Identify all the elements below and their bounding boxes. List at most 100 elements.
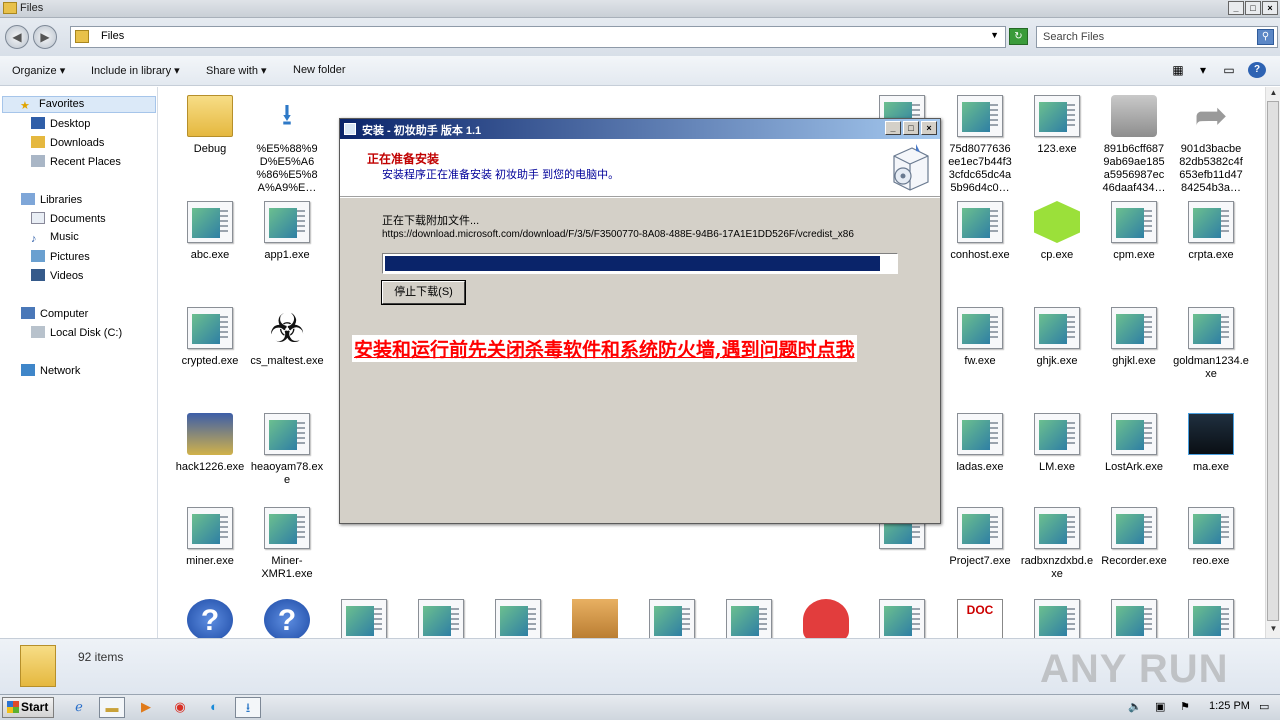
file-item[interactable]: hack1226.exe xyxy=(172,413,248,474)
action-center-icon[interactable]: ⚑ xyxy=(1180,700,1190,713)
nav-documents[interactable]: Documents xyxy=(31,212,106,225)
file-item[interactable]: abc.exe xyxy=(172,201,248,262)
organize-menu[interactable]: Organize ▾ xyxy=(12,64,65,77)
view-options-icon[interactable]: ▦ xyxy=(1169,62,1187,78)
help-icon[interactable]: ? xyxy=(1248,62,1266,78)
media-player-icon[interactable]: ▶ xyxy=(133,697,159,718)
show-desktop-icon[interactable]: ▭ xyxy=(1259,700,1269,713)
file-item[interactable]: radbxnzdxbd.exe xyxy=(1019,507,1095,581)
refresh-icon[interactable]: ↻ xyxy=(1009,28,1028,45)
file-item[interactable]: ⭳ %E5%88%9 D%E5%A6 %86%E5%8 A%A9%E… xyxy=(249,95,325,195)
file-item[interactable]: crypted.exe xyxy=(172,307,248,368)
start-button[interactable]: Start xyxy=(2,697,54,718)
file-item[interactable] xyxy=(634,599,710,638)
chrome-icon[interactable]: ◉ xyxy=(167,697,193,718)
file-item[interactable]: cp.exe xyxy=(1019,201,1095,262)
app-icon xyxy=(1111,201,1157,243)
file-item[interactable] xyxy=(557,599,633,638)
file-item[interactable]: 123.exe xyxy=(1019,95,1095,156)
window-title: Files xyxy=(20,2,44,14)
preview-pane-icon[interactable]: ▭ xyxy=(1220,62,1238,78)
speaker-icon[interactable]: 🔈 xyxy=(1128,700,1142,713)
file-item[interactable] xyxy=(711,599,787,638)
explorer-icon[interactable]: ▬ xyxy=(99,697,125,718)
search-input[interactable]: Search Files ⚲ xyxy=(1036,26,1278,48)
share-with-menu[interactable]: Share with ▾ xyxy=(206,64,267,77)
nav-network[interactable]: Network xyxy=(21,364,80,377)
file-item[interactable]: LostArk.exe xyxy=(1096,413,1172,474)
ie-icon[interactable]: ℯ xyxy=(66,697,92,718)
file-item[interactable] xyxy=(326,599,402,638)
minimize-button[interactable]: _ xyxy=(1228,1,1244,15)
file-item[interactable]: ghjkl.exe xyxy=(1096,307,1172,368)
file-item[interactable]: Project7.exe xyxy=(942,507,1018,568)
file-item[interactable] xyxy=(403,599,479,638)
nav-libraries[interactable]: Libraries xyxy=(21,193,82,206)
file-item[interactable]: heaoyam78.exe xyxy=(249,413,325,487)
nav-pictures[interactable]: Pictures xyxy=(31,250,90,263)
nav-local-disk[interactable]: Local Disk (C:) xyxy=(31,326,122,339)
file-item[interactable] xyxy=(788,599,864,638)
address-input[interactable]: Files ▼ xyxy=(70,26,1006,48)
installer-task-icon[interactable]: ⭳ xyxy=(235,697,261,718)
file-item[interactable] xyxy=(864,599,940,638)
file-item[interactable]: app1.exe xyxy=(249,201,325,262)
file-item[interactable] xyxy=(1173,599,1249,638)
include-in-library-menu[interactable]: Include in library ▾ xyxy=(91,64,180,77)
file-item[interactable]: DOC xyxy=(942,599,1018,638)
file-item[interactable] xyxy=(1096,599,1172,638)
file-item[interactable] xyxy=(480,599,556,638)
file-item[interactable]: crpta.exe xyxy=(1173,201,1249,262)
scroll-up-icon[interactable]: ▲ xyxy=(1268,88,1279,97)
file-item[interactable]: goldman1234.exe xyxy=(1173,307,1249,381)
nav-desktop[interactable]: Desktop xyxy=(31,117,90,130)
dialog-close-button[interactable]: × xyxy=(921,121,937,135)
folder-icon xyxy=(20,645,56,687)
nav-favorites[interactable]: ★ Favorites xyxy=(2,96,156,113)
nav-music[interactable]: ♪ Music xyxy=(31,231,79,245)
file-item[interactable]: Debug xyxy=(172,95,248,156)
chevron-down-icon[interactable]: ▼ xyxy=(990,30,999,40)
file-item[interactable]: Recorder.exe xyxy=(1096,507,1172,568)
warning-link[interactable]: 安装和运行前先关闭杀毒软件和系统防火墙,遇到问题时点我 xyxy=(352,335,857,362)
file-item[interactable]: cpm.exe xyxy=(1096,201,1172,262)
status-bar: 92 items ANY RUN xyxy=(0,638,1280,694)
dialog-maximize-button[interactable]: □ xyxy=(903,121,919,135)
search-icon[interactable]: ⚲ xyxy=(1257,29,1274,45)
forward-button[interactable]: ▶ xyxy=(33,25,57,49)
search-placeholder: Search Files xyxy=(1043,31,1105,43)
file-item[interactable]: ? xyxy=(249,599,325,638)
file-item[interactable]: Miner-XMR1.exe xyxy=(249,507,325,581)
dialog-minimize-button[interactable]: _ xyxy=(885,121,901,135)
file-item[interactable]: ghjk.exe xyxy=(1019,307,1095,368)
file-item[interactable]: miner.exe xyxy=(172,507,248,568)
nav-videos[interactable]: Videos xyxy=(31,269,83,282)
vertical-scrollbar[interactable]: ▲ ▼ xyxy=(1265,87,1280,638)
file-item[interactable]: ➦ 901d3bacbe 82db5382c4f 653efb11d47 8425… xyxy=(1173,95,1249,195)
maximize-button[interactable]: □ xyxy=(1245,1,1261,15)
scroll-down-icon[interactable]: ▼ xyxy=(1268,624,1279,633)
chevron-down-icon[interactable]: ▾ xyxy=(1194,62,1212,78)
nav-recent-places[interactable]: Recent Places xyxy=(31,155,121,168)
clock[interactable]: 1:25 PM xyxy=(1209,700,1250,712)
file-item[interactable]: LM.exe xyxy=(1019,413,1095,474)
network-tray-icon[interactable]: ▣ xyxy=(1155,700,1165,713)
edge-icon[interactable]: ◐ xyxy=(201,697,227,718)
file-item[interactable]: ma.exe xyxy=(1173,413,1249,474)
nav-downloads[interactable]: Downloads xyxy=(31,136,104,149)
file-item[interactable]: fw.exe xyxy=(942,307,1018,368)
back-button[interactable]: ◀ xyxy=(5,25,29,49)
file-item[interactable]: ladas.exe xyxy=(942,413,1018,474)
file-item[interactable]: ? xyxy=(172,599,248,638)
stop-download-button[interactable]: 停止下载(S) xyxy=(381,280,466,305)
file-item[interactable]: 891b6cff687 9ab69ae185 a5956987ec 46daaf… xyxy=(1096,95,1172,195)
file-item[interactable]: ☣ cs_maltest.exe xyxy=(249,307,325,368)
scrollbar-thumb[interactable] xyxy=(1267,101,1279,621)
file-item[interactable]: conhost.exe xyxy=(942,201,1018,262)
file-item[interactable]: reo.exe xyxy=(1173,507,1249,568)
file-item[interactable]: 75d8077636 ee1ec7b44f3 3cfdc65dc4a 5b96d… xyxy=(942,95,1018,195)
file-item[interactable] xyxy=(1019,599,1095,638)
new-folder-button[interactable]: New folder xyxy=(293,64,346,76)
close-button[interactable]: × xyxy=(1262,1,1278,15)
nav-computer[interactable]: Computer xyxy=(21,307,88,320)
